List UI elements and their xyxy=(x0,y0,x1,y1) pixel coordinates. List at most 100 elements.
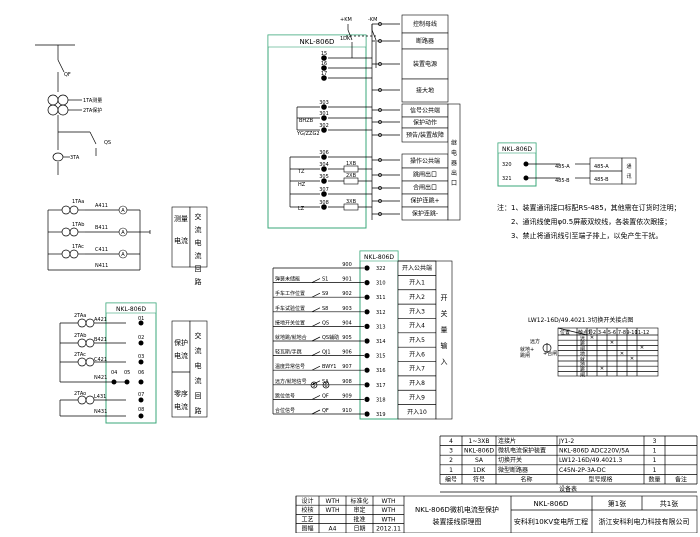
di-signal-2: 手车工作位置 xyxy=(275,290,305,297)
ct-coil xyxy=(85,357,95,367)
protect-device-box xyxy=(105,302,157,424)
sw-col-3-4: 3-4 xyxy=(598,330,606,336)
line-485b: 485-B xyxy=(555,178,570,184)
terminal-dot xyxy=(364,411,370,417)
di-signal-7: 温度异常信号 xyxy=(275,363,305,370)
measure-ct-circuit: 1TAa 1TAb 1TAc A411 B411 C411 N411 A A A… xyxy=(47,199,208,286)
wire-a421: A421 xyxy=(94,317,107,323)
terminal-dot xyxy=(138,379,144,385)
wire-b411: B411 xyxy=(95,225,108,231)
di-device-box xyxy=(359,250,399,420)
sw-mark: ✕ xyxy=(640,345,644,351)
vertical-char: 回 xyxy=(195,392,202,400)
ct-coil xyxy=(85,395,95,405)
di-left-terminal-909: 909 xyxy=(342,393,352,399)
di-signal-9: 跳位信号 xyxy=(275,392,295,399)
terminal-label-8: 跳闸出口 xyxy=(413,171,437,179)
title-sign-2-0: 工艺 xyxy=(301,515,313,523)
bom-cell-1-4: 1 xyxy=(653,448,657,455)
di-terminal-315: 315 xyxy=(376,354,386,360)
bom-cell-1-3: NKL-806D ADC220V/5A xyxy=(559,448,630,455)
ct-coil xyxy=(77,395,87,405)
bom-cell-1-1: NKL-806D xyxy=(464,448,494,455)
terminal-dot xyxy=(138,397,144,403)
terminal-dot xyxy=(138,320,144,326)
di-signal-10: 合位信号 xyxy=(275,407,295,414)
vertical-char: 电 xyxy=(195,238,202,247)
wire-n421: N421 xyxy=(94,375,107,381)
wire-b421: B421 xyxy=(94,337,107,343)
terminal-dot xyxy=(138,413,144,419)
title-sign-0-0: 设计 xyxy=(301,497,313,505)
di-left-terminal-906: 906 xyxy=(342,350,352,356)
protect-current-label-1: 保护 xyxy=(174,338,188,347)
vertical-char: 口 xyxy=(451,180,457,187)
terminal-label-6: 预告/装置故障 xyxy=(406,131,444,139)
title-company: 浙江安科利电力科技有限公司 xyxy=(599,517,690,526)
terminal-dot xyxy=(321,154,327,160)
title-sign-1-2: 审定 xyxy=(353,506,365,514)
terminal-label-2: 装置电源 xyxy=(413,60,437,68)
bom-cell-4-2: 名称 xyxy=(520,475,532,483)
terminal-label-5: 保护动作 xyxy=(413,119,437,127)
bom-cell-0-2: 连接片 xyxy=(498,437,516,445)
sw-mark: ✕ xyxy=(630,356,634,362)
link-2XB: 2XB xyxy=(346,173,357,179)
di-device-5: QS辅助 xyxy=(322,334,339,341)
title-sign-0-3: WTH xyxy=(381,498,395,505)
ct-coil xyxy=(61,249,71,259)
sw-mark: ✕ xyxy=(600,366,604,372)
title-sign-0-1: WTH xyxy=(325,498,339,505)
sw-col-7-8: 7-8 xyxy=(618,330,626,336)
sw-col-5-6: 5-6 xyxy=(608,330,616,336)
bom-cell-2-4: 1 xyxy=(653,457,657,464)
terminal-label-10: 保护连跳+ xyxy=(410,197,439,205)
bom-cell-1-2: 微机电流保护装置 xyxy=(498,447,546,455)
relay-lz: LZ xyxy=(298,206,305,212)
measure-current-label-1: 测量 xyxy=(174,215,188,223)
vertical-char: 电 xyxy=(451,149,457,157)
ct-coil xyxy=(85,338,95,348)
protect-terminal-08: 08 xyxy=(138,407,144,413)
ct-2tac: 2TAc xyxy=(74,352,86,358)
terminal-dot xyxy=(364,382,370,388)
di-signal-4: 接地开关位置 xyxy=(275,319,305,326)
bom-cell-3-3: C45N-2P-3A-DC xyxy=(559,467,606,474)
ct-2taa: 2TAa xyxy=(74,313,86,319)
protect-terminal-04: 04 xyxy=(111,370,117,376)
notes: 注：1、装置通讯接口标配RS-485，其他需在订货时注明； 2、通讯线使用φ0.… xyxy=(497,201,697,243)
di-left-terminal-908: 908 xyxy=(342,379,352,385)
bom-cell-2-2: 切换开关 xyxy=(498,456,522,464)
vertical-char: 流 xyxy=(195,346,202,355)
terminal-dot xyxy=(364,338,370,344)
di-signal-3: 手车试验位置 xyxy=(275,305,305,312)
bom-cell-3-2: 微型断路器 xyxy=(498,466,528,474)
di-input-3: 开入3 xyxy=(409,308,425,315)
note-2: 2、通讯线使用φ0.5屏蔽双绞线，各装置依次跟接； xyxy=(511,218,672,226)
dc-minus-label: -KM xyxy=(368,17,377,23)
terminal-dot xyxy=(321,166,327,172)
ct-coil xyxy=(77,338,87,348)
vertical-char: 流 xyxy=(195,251,202,260)
bom-cell-2-1: SA xyxy=(475,457,484,464)
bom-cell-0-3: JY1-2 xyxy=(558,438,574,445)
sw-trip-label-2: 跳闸 xyxy=(520,352,530,359)
sw-mark: ✕ xyxy=(610,340,614,346)
terminal-dot xyxy=(321,178,327,184)
title-sign-2-3: WTH xyxy=(381,516,395,523)
vertical-char: 交 xyxy=(195,212,202,221)
title-sign-1-0: 校核 xyxy=(301,506,313,514)
title-sheet: 第1张 xyxy=(608,499,626,508)
di-input-2: 开入2 xyxy=(409,294,425,301)
note-3: 3、禁止将通讯线引至端子排上，以免产生干扰。 xyxy=(511,232,663,240)
sw-trip-label: 就地+ xyxy=(520,346,534,353)
note-1: 注：1、装置通讯接口标配RS-485，其他需在订货时注明； xyxy=(497,204,681,212)
bom-cell-3-0: 1 xyxy=(449,467,453,474)
title-sign-3-1: A4 xyxy=(329,526,337,533)
digital-input-circuit: NKL-806D 322 900 310 901 弹簧未储能 S1 311 902 手车工作位置… xyxy=(272,250,453,420)
di-input-0: 开入公共端 xyxy=(402,264,432,272)
vertical-char: 电 xyxy=(195,361,202,370)
di-device-6: QJ1 xyxy=(322,350,331,356)
terminal-dot xyxy=(364,265,370,271)
bom-cell-4-3: 型号规格 xyxy=(588,475,612,483)
